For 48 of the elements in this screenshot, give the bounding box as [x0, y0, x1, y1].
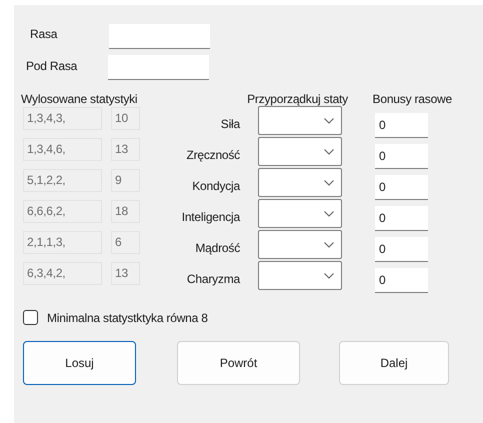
bonus-field[interactable]: 0 [375, 268, 428, 293]
chevron-down-icon [324, 180, 334, 186]
chevron-down-icon [324, 118, 334, 124]
subrace-label: Pod Rasa [25, 58, 78, 72]
stat-label: Inteligencja [182, 210, 240, 224]
dice-roll-field: 5,1,2,2, [23, 169, 102, 192]
stat-label: Zręczność [186, 148, 240, 162]
action-button[interactable]: Dalej [339, 341, 449, 385]
bonus-field[interactable]: 0 [375, 237, 428, 262]
roll-sum-field: 6 [111, 231, 140, 254]
stat-dropdown[interactable] [258, 137, 342, 166]
dice-roll-field: 1,3,4,6, [23, 138, 102, 161]
stat-dropdown[interactable] [258, 168, 342, 197]
stat-label: Mądrość [195, 241, 240, 255]
action-button[interactable]: Powrót [177, 341, 300, 385]
bonus-field[interactable]: 0 [375, 175, 428, 200]
min-stat-label: Minimalna statystktyka równa 8 [47, 310, 208, 324]
stat-dropdown[interactable] [258, 230, 342, 259]
bonus-field[interactable]: 0 [375, 144, 428, 169]
stat-label: Kondycja [192, 179, 240, 193]
roll-sum-field: 9 [111, 169, 140, 192]
roll-sum-field: 10 [111, 107, 140, 130]
chevron-down-icon [324, 273, 334, 279]
stat-dropdown[interactable] [258, 106, 342, 135]
stat-dropdown[interactable] [258, 261, 342, 290]
roll-sum-field: 18 [111, 200, 140, 223]
race-label: Rasa [30, 26, 58, 40]
race-field[interactable] [109, 24, 210, 49]
chevron-down-icon [324, 211, 334, 217]
subrace-field[interactable] [108, 55, 209, 80]
rolled-stats-header: Wylosowane statystyki [21, 92, 138, 106]
roll-sum-field: 13 [111, 262, 140, 285]
dice-roll-field: 6,3,4,2, [23, 262, 102, 285]
dice-roll-field: 6,6,6,2, [23, 200, 102, 223]
racial-bonus-header: Bonusy rasowe [372, 92, 452, 106]
stat-label: Siła [220, 117, 240, 131]
bonus-field[interactable]: 0 [375, 206, 428, 231]
bonus-field[interactable]: 0 [375, 113, 428, 138]
chevron-down-icon [324, 242, 334, 248]
stat-label: Charyzma [186, 272, 240, 286]
roll-sum-field: 13 [111, 138, 140, 161]
dice-roll-field: 2,1,1,3, [23, 231, 102, 254]
assign-stats-header: Przyporządkuj staty [247, 92, 348, 106]
chevron-down-icon [324, 149, 334, 155]
checkbox[interactable] [23, 310, 38, 325]
stat-dropdown[interactable] [258, 199, 342, 228]
action-button[interactable]: Losuj [23, 341, 136, 385]
dice-roll-field: 1,3,4,3, [23, 107, 102, 130]
